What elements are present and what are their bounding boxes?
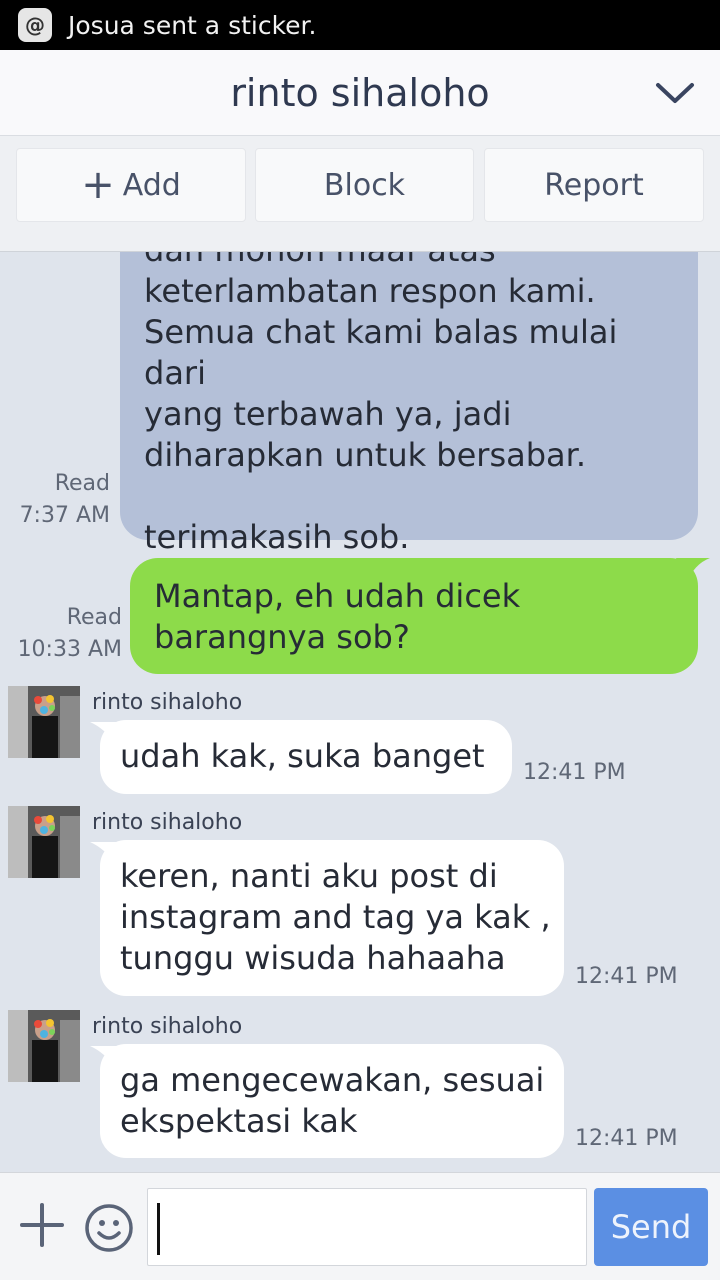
message-text: keren, nanti aku post di instagram and t… bbox=[120, 857, 551, 977]
report-label: Report bbox=[544, 167, 644, 203]
notification-text: Josua sent a sticker. bbox=[68, 10, 317, 40]
plus-icon[interactable] bbox=[20, 1203, 64, 1247]
notification-bar[interactable]: @ Josua sent a sticker. bbox=[0, 0, 720, 50]
message-text: udah kak, suka banget bbox=[120, 737, 485, 775]
chat-title: rinto sihaloho bbox=[230, 70, 490, 115]
composer-bar: Send bbox=[0, 1172, 720, 1280]
message-time: 12:41 PM bbox=[523, 760, 626, 785]
bubble-tail bbox=[676, 558, 710, 584]
read-status: Read bbox=[66, 605, 122, 630]
chat-area[interactable]: dan mohon maaf atas keterlambatan respon… bbox=[0, 252, 720, 1172]
at-sign-icon: @ bbox=[18, 8, 52, 42]
add-label: Add bbox=[122, 167, 181, 203]
message-text: dan mohon maaf atas keterlambatan respon… bbox=[144, 252, 618, 556]
text-cursor bbox=[157, 1203, 160, 1255]
sent-message-bubble[interactable]: dan mohon maaf atas keterlambatan respon… bbox=[120, 252, 698, 556]
message-meta: Read 10:33 AM bbox=[10, 602, 122, 666]
chevron-down-icon[interactable] bbox=[654, 72, 696, 114]
message-time: 7:37 AM bbox=[19, 503, 110, 528]
send-button[interactable]: Send bbox=[594, 1188, 708, 1266]
add-friend-button[interactable]: + Add bbox=[16, 148, 246, 222]
sender-name: rinto sihaloho bbox=[92, 1014, 243, 1039]
plus-icon: + bbox=[81, 162, 115, 208]
message-meta: Read 7:37 AM bbox=[14, 468, 110, 532]
message-text: Mantap, eh udah dicek barangnya sob? bbox=[154, 577, 521, 656]
avatar[interactable] bbox=[8, 686, 80, 758]
sent-message-bubble[interactable]: Mantap, eh udah dicek barangnya sob? bbox=[130, 558, 698, 674]
block-label: Block bbox=[323, 167, 406, 203]
message-time: 12:41 PM bbox=[575, 964, 678, 989]
avatar[interactable] bbox=[8, 806, 80, 878]
received-message-bubble[interactable]: ga mengecewakan, sesuai ekspektasi kak bbox=[100, 1044, 564, 1158]
message-input[interactable] bbox=[147, 1188, 587, 1266]
action-bar: + Add Block Report bbox=[0, 136, 720, 252]
message-time: 10:33 AM bbox=[17, 637, 122, 662]
sender-name: rinto sihaloho bbox=[92, 810, 243, 835]
emoji-icon[interactable] bbox=[84, 1203, 134, 1253]
report-button[interactable]: Report bbox=[484, 148, 704, 222]
avatar[interactable] bbox=[8, 1010, 80, 1082]
message-text: ga mengecewakan, sesuai ekspektasi kak bbox=[120, 1061, 545, 1140]
received-message-bubble[interactable]: udah kak, suka banget bbox=[100, 720, 512, 794]
read-status: Read bbox=[54, 471, 110, 496]
sender-name: rinto sihaloho bbox=[92, 690, 243, 715]
chat-header: rinto sihaloho bbox=[0, 50, 720, 136]
block-button[interactable]: Block bbox=[255, 148, 474, 222]
received-message-bubble[interactable]: keren, nanti aku post di instagram and t… bbox=[100, 840, 564, 996]
message-time: 12:41 PM bbox=[575, 1126, 678, 1151]
